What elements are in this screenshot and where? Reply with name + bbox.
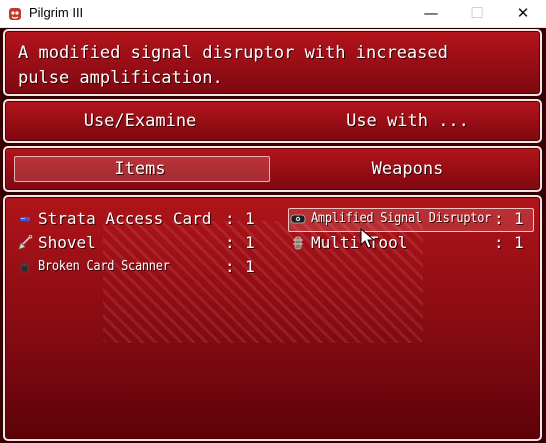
maximize-button[interactable]: ☐ [454,0,500,28]
use-examine-command[interactable]: Use/Examine [5,101,275,141]
item-row-amplified-signal-disruptor[interactable]: Amplified Signal Disruptor : 1 [290,207,535,231]
item-row-strata-access-card[interactable]: Strata Access Card : 1 [17,207,267,231]
category-window: Items Weapons [3,146,542,192]
title-bar: Pilgrim III — ☐ ✕ [0,0,546,28]
item-name: Strata Access Card [38,209,212,228]
item-description: A modified signal disruptor with increas… [18,43,448,88]
item-quantity: 1 [245,257,255,276]
window-title: Pilgrim III [29,5,84,20]
card-icon [20,217,30,221]
minimize-button[interactable]: — [408,0,454,28]
item-separator: : [494,233,504,252]
game-screen: A modified signal disruptor with increas… [0,28,546,443]
item-list-window: Strata Access Card : 1 Shovel : 1 Broken… [3,195,542,441]
close-button[interactable]: ✕ [500,0,546,28]
multitool-icon [293,236,303,250]
help-window: A modified signal disruptor with increas… [3,29,542,96]
scanner-icon [20,262,29,273]
item-quantity: 1 [245,209,255,228]
mouse-pointer-icon [360,228,376,249]
item-separator: : [225,233,235,252]
use-with-command[interactable]: Use with ... [275,101,540,141]
item-separator: : [225,209,235,228]
tab-weapons[interactable]: Weapons [275,148,540,190]
item-separator: : [494,209,504,228]
item-quantity: 1 [245,233,255,252]
disruptor-icon [290,214,306,224]
item-row-multi-tool[interactable]: Multi Tool : 1 [290,231,535,255]
item-name: Shovel [38,233,96,252]
item-name: Amplified Signal Disruptor [311,211,492,226]
item-row-shovel[interactable]: Shovel : 1 [17,231,267,255]
item-row-broken-card-scanner[interactable]: Broken Card Scanner : 1 [17,255,267,279]
command-window: Use/Examine Use with ... [3,99,542,143]
shovel-icon [18,235,33,250]
app-icon [9,8,21,20]
item-separator: : [225,257,235,276]
tab-items[interactable]: Items [5,148,275,190]
item-name: Broken Card Scanner [38,259,170,274]
item-quantity: 1 [514,233,524,252]
item-quantity: 1 [514,209,524,228]
